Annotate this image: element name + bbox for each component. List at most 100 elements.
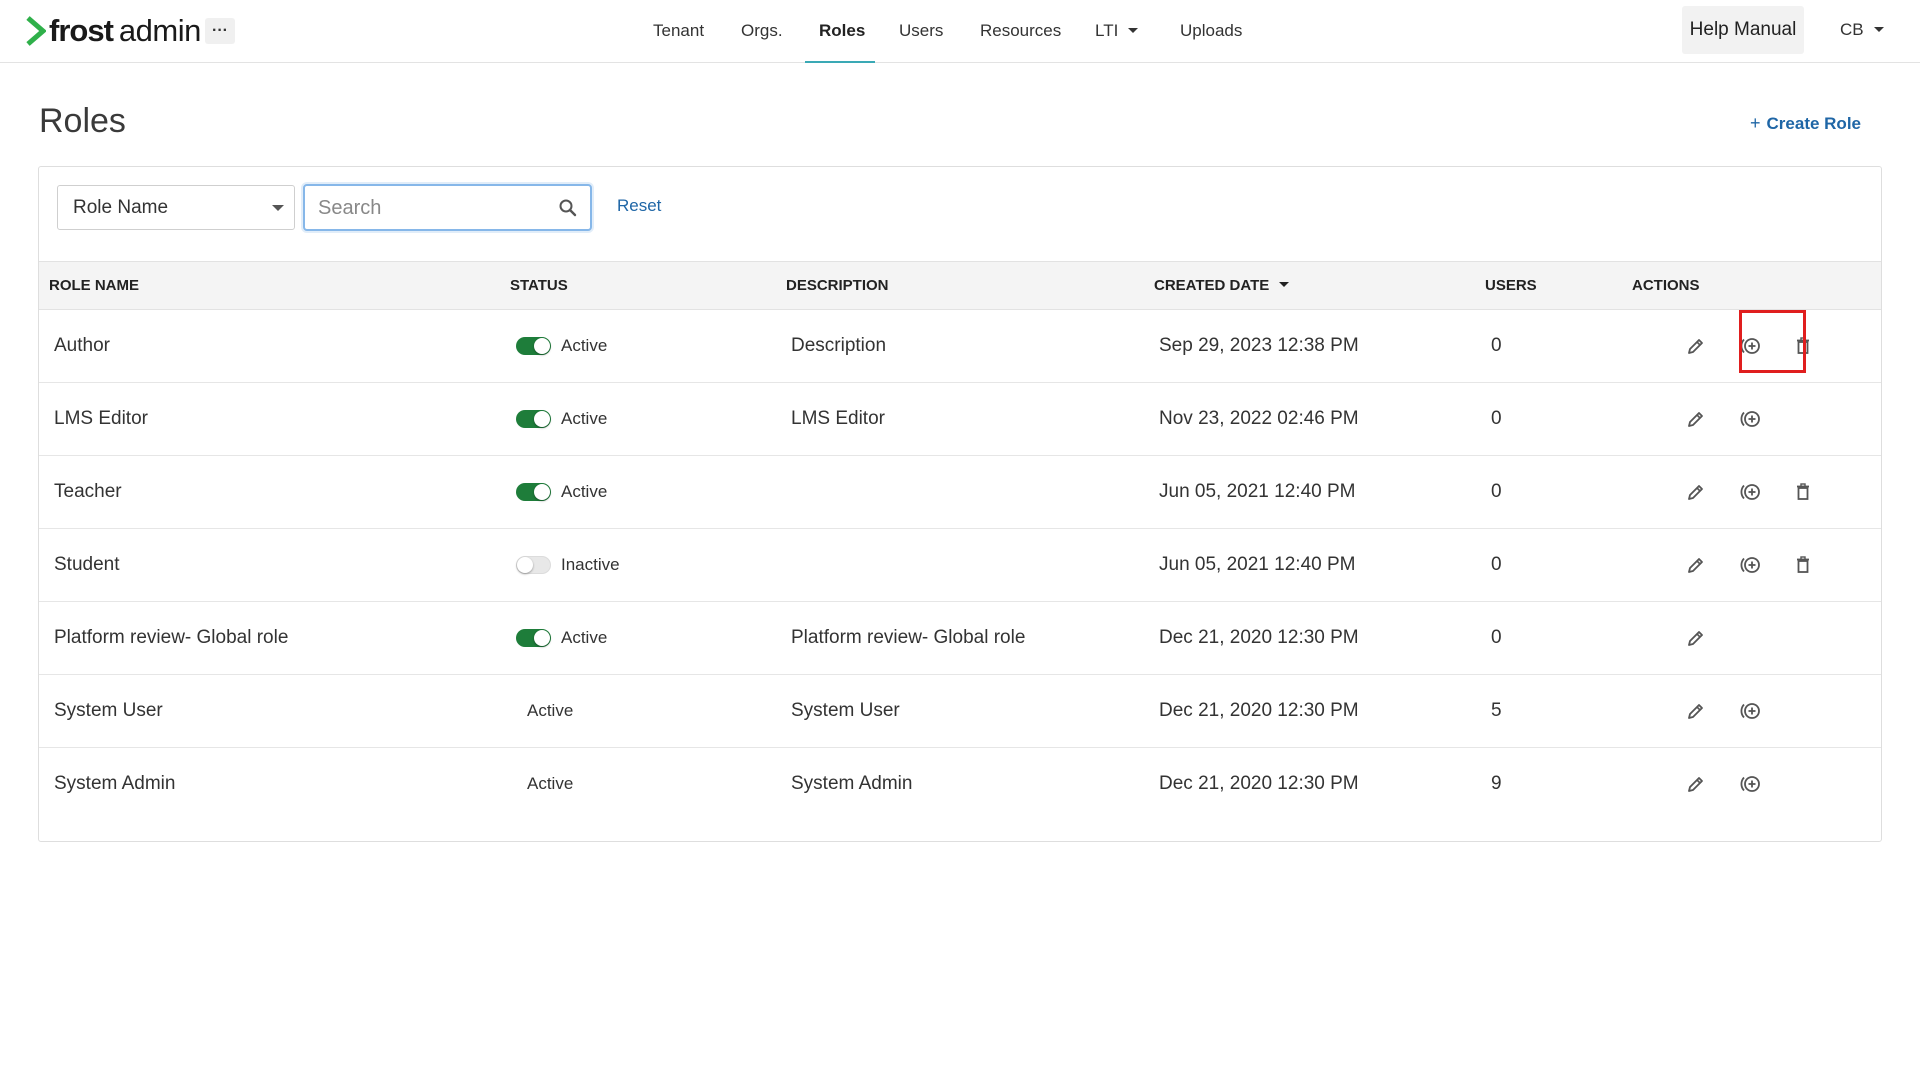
description-cell: System User xyxy=(791,700,900,721)
status-label: Active xyxy=(527,774,574,793)
role-name-cell: LMS Editor xyxy=(54,408,148,429)
status-toggle[interactable] xyxy=(516,483,551,501)
users-count-cell: 0 xyxy=(1491,554,1502,575)
nav-item-tenant[interactable]: Tenant xyxy=(653,0,704,63)
search-box xyxy=(303,184,592,231)
table-row: Platform review- Global role Active Platfo… xyxy=(39,602,1881,675)
role-name-cell: System User xyxy=(54,700,163,721)
edit-icon[interactable] xyxy=(1684,334,1708,358)
status-cell: Active xyxy=(527,748,573,820)
main-nav: Tenant Orgs. Roles Users Resources LTI U… xyxy=(0,0,1920,63)
column-header-role-name: ROLE NAME xyxy=(49,277,139,294)
role-name-cell: System Admin xyxy=(54,773,176,794)
status-cell: Active xyxy=(516,602,607,674)
column-header-created-date-label: CREATED DATE xyxy=(1154,277,1270,294)
status-toggle[interactable] xyxy=(516,337,551,355)
status-toggle[interactable] xyxy=(516,629,551,647)
created-date-cell: Jun 05, 2021 12:40 PM xyxy=(1159,554,1356,575)
nav-item-roles[interactable]: Roles xyxy=(819,0,865,63)
top-navbar: frost admin ··· Tenant Orgs. Roles Users… xyxy=(0,0,1920,63)
add-permission-icon[interactable] xyxy=(1739,772,1763,796)
page-title: Roles xyxy=(39,102,126,140)
add-permission-icon[interactable] xyxy=(1739,407,1763,431)
table-row: LMS Editor Active LMS Editor Nov 23, 2022 0… xyxy=(39,383,1881,456)
add-permission-icon[interactable] xyxy=(1739,480,1763,504)
delete-icon[interactable] xyxy=(1791,480,1815,504)
search-field-select[interactable]: Role Name xyxy=(57,185,295,230)
toggle-knob xyxy=(534,630,550,646)
status-cell: Active xyxy=(516,310,607,382)
add-permission-icon[interactable] xyxy=(1739,553,1763,577)
reset-button[interactable]: Reset xyxy=(617,196,661,216)
column-header-users: USERS xyxy=(1485,277,1537,294)
active-nav-indicator xyxy=(805,61,875,63)
toggle-knob xyxy=(517,557,533,573)
created-date-cell: Sep 29, 2023 12:38 PM xyxy=(1159,335,1359,356)
plus-icon: + xyxy=(1750,113,1761,133)
search-field-select-value: Role Name xyxy=(73,197,169,218)
nav-item-lti-label: LTI xyxy=(1095,21,1119,40)
user-initials: CB xyxy=(1840,20,1864,39)
table-row: System User Active System User Dec 21, 2020… xyxy=(39,675,1881,748)
add-permission-icon[interactable] xyxy=(1739,699,1763,723)
users-count-cell: 5 xyxy=(1491,700,1502,721)
created-date-cell: Jun 05, 2021 12:40 PM xyxy=(1159,481,1356,502)
nav-item-lti[interactable]: LTI xyxy=(1095,0,1139,63)
edit-icon[interactable] xyxy=(1684,626,1708,650)
table-row: Student Inactive Jun 05, 2021 12:40 PM 0 xyxy=(39,529,1881,602)
status-cell: Active xyxy=(527,675,573,747)
help-manual-button[interactable]: Help Manual xyxy=(1682,6,1804,54)
table-row: Teacher Active Jun 05, 2021 12:40 PM 0 xyxy=(39,456,1881,529)
edit-icon[interactable] xyxy=(1684,699,1708,723)
edit-icon[interactable] xyxy=(1684,480,1708,504)
user-menu[interactable]: CB xyxy=(1840,20,1884,40)
delete-icon[interactable] xyxy=(1791,553,1815,577)
status-label: Active xyxy=(561,482,608,501)
caret-down-icon xyxy=(272,205,284,211)
table-body: Author Active Description Sep 29, 2023 12:3… xyxy=(39,310,1881,821)
status-cell: Active xyxy=(516,456,607,528)
column-header-description: DESCRIPTION xyxy=(786,277,889,294)
created-date-cell: Dec 21, 2020 12:30 PM xyxy=(1159,627,1359,648)
nav-item-orgs[interactable]: Orgs. xyxy=(741,0,783,63)
table-row: System Admin Active System Admin Dec 21, 20… xyxy=(39,748,1881,821)
description-cell: Platform review- Global role xyxy=(791,627,1026,648)
status-label: Active xyxy=(561,336,608,355)
users-count-cell: 0 xyxy=(1491,335,1502,356)
create-role-button[interactable]: + Create Role xyxy=(1750,113,1861,134)
add-permission-icon[interactable] xyxy=(1739,334,1763,358)
search-input[interactable] xyxy=(318,196,548,220)
sort-descending-icon xyxy=(1279,282,1290,288)
role-name-cell: Teacher xyxy=(54,481,122,502)
edit-icon[interactable] xyxy=(1684,407,1708,431)
description-cell: System Admin xyxy=(791,773,913,794)
delete-icon[interactable] xyxy=(1791,334,1815,358)
table-row: Author Active Description Sep 29, 2023 12:3… xyxy=(39,310,1881,383)
status-label: Active xyxy=(561,628,608,647)
nav-item-uploads[interactable]: Uploads xyxy=(1180,0,1242,63)
users-count-cell: 0 xyxy=(1491,627,1502,648)
search-icon[interactable] xyxy=(558,198,578,218)
description-cell: Description xyxy=(791,335,887,356)
edit-icon[interactable] xyxy=(1684,772,1708,796)
edit-icon[interactable] xyxy=(1684,553,1708,577)
users-count-cell: 0 xyxy=(1491,481,1502,502)
role-name-cell: Author xyxy=(54,335,110,356)
caret-down-icon xyxy=(1128,28,1139,34)
status-cell: Active xyxy=(516,383,607,455)
role-name-cell: Platform review- Global role xyxy=(54,627,289,648)
column-header-created-date[interactable]: CREATED DATE xyxy=(1154,262,1290,309)
nav-item-resources[interactable]: Resources xyxy=(980,0,1061,63)
status-toggle[interactable] xyxy=(516,556,551,574)
toggle-knob xyxy=(534,484,550,500)
column-header-status: STATUS xyxy=(510,277,568,294)
users-count-cell: 0 xyxy=(1491,408,1502,429)
description-cell: LMS Editor xyxy=(791,408,885,429)
nav-item-users[interactable]: Users xyxy=(899,0,943,63)
toggle-knob xyxy=(534,338,550,354)
caret-down-icon xyxy=(1873,27,1884,33)
roles-card: Role Name Reset ROLE NAME STATUS DESCRIP… xyxy=(38,166,1882,842)
status-toggle[interactable] xyxy=(516,410,551,428)
create-role-label: Create Role xyxy=(1766,114,1861,133)
status-cell: Inactive xyxy=(516,529,620,601)
